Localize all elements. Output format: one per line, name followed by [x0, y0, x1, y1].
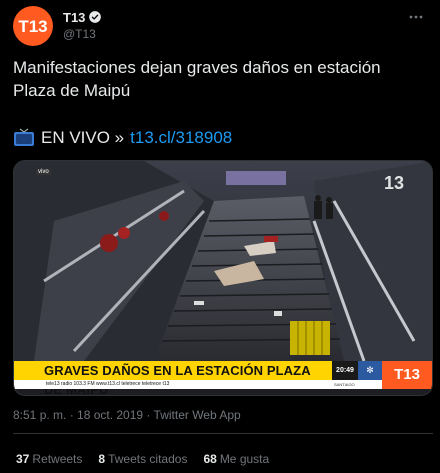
divider — [13, 433, 433, 434]
live-link[interactable]: t13.cl/318908 — [130, 126, 232, 149]
video-media[interactable]: vivo 13 GRAVES DAÑOS EN LA ESTACIÓN PLAZ… — [13, 160, 433, 396]
channel-logo: T13 — [382, 361, 432, 389]
clock-time: 20:49 — [332, 361, 358, 380]
t13-logo-icon: T13 — [18, 17, 47, 36]
clock-box: 20:49 ✻ SANTIAGO — [332, 361, 382, 389]
tweet-stats: 37 Retweets 8 Tweets citados 68 Me gusta — [16, 452, 269, 466]
stat-label: Tweets citados — [108, 452, 188, 466]
likes-stat[interactable]: 68 Me gusta — [203, 452, 269, 466]
stat-count: 37 — [16, 452, 30, 466]
quote-tweets-stat[interactable]: 8 Tweets citados — [98, 452, 187, 466]
live-tag: vivo — [36, 169, 51, 175]
tweet-text: Manifestaciones dejan graves daños en es… — [13, 58, 381, 100]
live-line: EN VIVO » t13.cl/318908 — [13, 126, 232, 149]
author-names: T13 @T13 — [63, 8, 102, 41]
headline-bar: GRAVES DAÑOS EN LA ESTACIÓN PLAZA DE MAI… — [14, 361, 332, 395]
stat-label: Retweets — [32, 452, 83, 466]
display-name-row: T13 — [63, 8, 102, 26]
handle[interactable]: @T13 — [63, 27, 102, 41]
stat-count: 68 — [203, 452, 217, 466]
tweet: T13 T13 @T13 Manifestaciones dejan grave… — [0, 0, 440, 473]
more-options-icon[interactable] — [406, 9, 426, 25]
live-prefix: EN VIVO » — [41, 128, 125, 147]
stat-label: Me gusta — [219, 452, 270, 466]
corner-logo: 13 — [383, 173, 404, 193]
weather-icon: ✻ — [358, 361, 382, 380]
tweet-timestamp[interactable]: 8:51 p. m. · 18 oct. 2019 · Twitter Web … — [13, 408, 241, 422]
avatar[interactable]: T13 — [13, 6, 53, 46]
stat-count: 8 — [98, 452, 106, 466]
verified-badge-icon — [89, 11, 102, 23]
retweets-stat[interactable]: 37 Retweets — [16, 452, 82, 466]
tweet-header: T13 T13 @T13 — [13, 6, 433, 46]
ticker-bar: tele13 radio 103.3 FM www.t13.cl teletre… — [14, 380, 332, 389]
tv-icon — [14, 128, 34, 146]
lower-third: GRAVES DAÑOS EN LA ESTACIÓN PLAZA DE MAI… — [14, 361, 432, 395]
clock-city: SANTIAGO — [334, 382, 355, 387]
svg-text:T13: T13 — [18, 17, 47, 36]
display-name[interactable]: T13 — [63, 10, 85, 25]
